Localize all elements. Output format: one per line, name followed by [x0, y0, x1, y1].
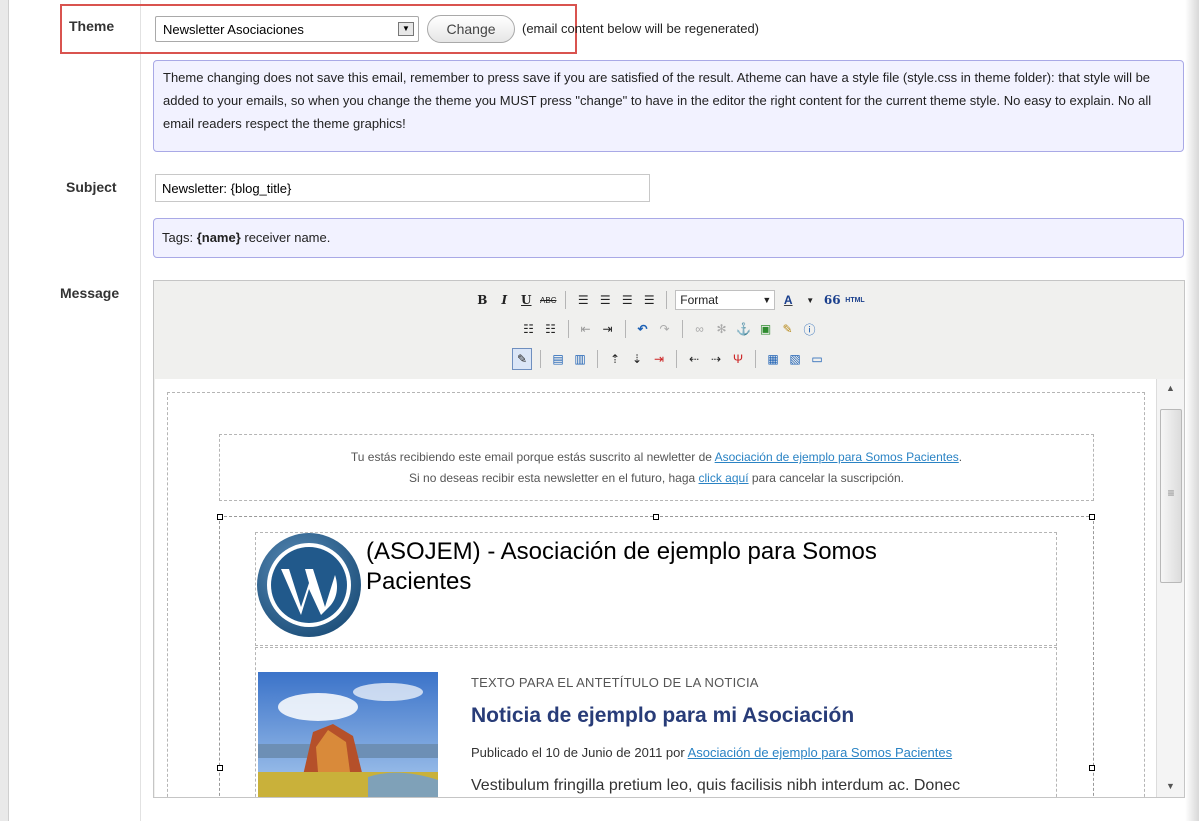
- bold-button[interactable]: B: [473, 290, 491, 310]
- email-header-title: (ASOJEM) - Asociación de ejemplo para So…: [366, 538, 877, 595]
- redo-icon[interactable]: ↷: [656, 319, 674, 339]
- delete-col-icon[interactable]: Ψ: [729, 349, 747, 369]
- theme-info-box: Theme changing does not save this email,…: [153, 60, 1184, 152]
- scrollbar-grip-icon: ≡: [1167, 486, 1175, 500]
- news-meta: Publicado el 10 de Junio de 2011 por Aso…: [471, 745, 952, 760]
- resize-handle[interactable]: [217, 765, 223, 771]
- window-frame-line: [8, 0, 9, 821]
- news-title: Noticia de ejemplo para mi Asociación: [471, 704, 855, 727]
- editor-toolbar-row-3: ✎ ▤ ▥ ⇡ ⇣ ⇥ ⇠ ⇢ Ψ ▦ ▧ ▭: [154, 347, 1184, 371]
- align-justify-icon[interactable]: ☰: [640, 290, 658, 310]
- message-label: Message: [60, 285, 120, 301]
- theme-select-value: Newsletter Asociaciones: [163, 22, 304, 37]
- unlink-icon[interactable]: ✻: [713, 319, 731, 339]
- format-select-value: Format: [680, 293, 719, 307]
- toolbar-separator: [567, 320, 569, 338]
- toolbar-separator: [624, 320, 626, 338]
- font-color-button[interactable]: A: [779, 290, 797, 310]
- undo-icon[interactable]: ↶: [634, 319, 652, 339]
- editor-content-area[interactable]: Tu estás recibiendo este email porque es…: [155, 379, 1156, 797]
- cleanup-icon[interactable]: ✎: [779, 319, 797, 339]
- toolbar-separator: [676, 350, 677, 368]
- toolbar-separator: [540, 350, 541, 368]
- news-body: Vestibulum fringilla pretium leo, quis f…: [471, 777, 961, 794]
- association-link[interactable]: Asociación de ejemplo para Somos Pacient…: [715, 450, 959, 464]
- format-select[interactable]: Format ▼: [675, 290, 776, 310]
- chevron-down-icon[interactable]: ▼: [398, 22, 414, 36]
- window-frame-left: [0, 0, 8, 821]
- chevron-down-icon[interactable]: ▼: [801, 290, 819, 310]
- help-icon[interactable]: ⓘ: [801, 319, 819, 339]
- italic-button[interactable]: I: [495, 290, 513, 310]
- email-pre-header: Tu estás recibiendo este email porque es…: [219, 434, 1094, 501]
- toolbar-separator: [681, 320, 683, 338]
- align-center-icon[interactable]: ☰: [596, 290, 614, 310]
- scroll-up-arrow-icon[interactable]: ▲: [1157, 383, 1184, 393]
- chevron-down-icon: ▼: [762, 295, 772, 305]
- news-meta-text: Publicado el 10 de Junio de 2011 por: [471, 745, 688, 760]
- toolbar-separator: [597, 350, 598, 368]
- window-frame-right: [1185, 0, 1199, 821]
- html-source-button[interactable]: HTML: [845, 290, 864, 310]
- resize-handle[interactable]: [1089, 765, 1095, 771]
- toolbar-separator: [755, 350, 756, 368]
- indent-icon[interactable]: ⇥: [599, 319, 617, 339]
- split-cells-icon[interactable]: ▧: [786, 349, 804, 369]
- toolbar-separator: [666, 291, 668, 309]
- insert-col-after-icon[interactable]: ⇢: [707, 349, 725, 369]
- align-left-icon[interactable]: ☰: [574, 290, 592, 310]
- pre-header-text-1: Tu estás recibiendo este email porque es…: [350, 450, 715, 464]
- news-thumbnail-image: [258, 672, 438, 797]
- visual-aid-icon[interactable]: ✎: [512, 348, 532, 370]
- tags-prefix: Tags:: [162, 230, 197, 245]
- bullet-list-icon[interactable]: ☷: [520, 319, 538, 339]
- toolbar-separator: [565, 291, 567, 309]
- resize-handle[interactable]: [1089, 514, 1095, 520]
- tags-info-box: Tags: {name} receiver name.: [153, 218, 1184, 258]
- regenerate-note: (email content below will be regenerated…: [522, 21, 760, 36]
- tags-suffix: receiver name.: [240, 230, 331, 245]
- underline-button[interactable]: U: [517, 290, 535, 310]
- tags-code: {name}: [196, 230, 241, 245]
- editor-toolbar-row-2: ☷ ☷ ⇤ ⇥ ↶ ↷ ∞ ✻ ⚓ ▣ ✎ ⓘ: [154, 317, 1184, 341]
- message-editor[interactable]: B I U ABC ☰ ☰ ☰ ☰ Format ▼ A ▼ 66 HTML ☷ …: [153, 280, 1185, 798]
- resize-handle[interactable]: [653, 514, 659, 520]
- scrollbar-thumb[interactable]: ≡: [1160, 409, 1182, 583]
- news-kicker: TEXTO PARA EL ANTETÍTULO DE LA NOTICIA: [471, 675, 759, 690]
- editor-toolbar-row-1: B I U ABC ☰ ☰ ☰ ☰ Format ▼ A ▼ 66 HTML: [154, 288, 1184, 312]
- cell-props-icon[interactable]: ▥: [571, 349, 589, 369]
- news-author-link[interactable]: Asociación de ejemplo para Somos Pacient…: [688, 745, 952, 760]
- editor-scrollbar[interactable]: ▲ ≡ ▼: [1156, 379, 1184, 797]
- blockquote-button[interactable]: 66: [823, 290, 841, 310]
- change-theme-button[interactable]: Change: [427, 15, 515, 43]
- pre-header-text-1-end: .: [958, 450, 963, 464]
- resize-handle[interactable]: [217, 514, 223, 520]
- numbered-list-icon[interactable]: ☷: [542, 319, 560, 339]
- theme-label: Theme: [69, 18, 115, 34]
- insert-row-after-icon[interactable]: ⇣: [628, 349, 646, 369]
- strikethrough-button[interactable]: ABC: [539, 290, 557, 310]
- insert-row-before-icon[interactable]: ⇡: [606, 349, 624, 369]
- scroll-down-arrow-icon[interactable]: ▼: [1157, 781, 1184, 791]
- anchor-icon[interactable]: ⚓: [735, 319, 753, 339]
- row-props-icon[interactable]: ▤: [549, 349, 567, 369]
- subject-input[interactable]: [155, 174, 650, 202]
- insert-col-before-icon[interactable]: ⇠: [685, 349, 703, 369]
- align-right-icon[interactable]: ☰: [618, 290, 636, 310]
- subject-label: Subject: [66, 179, 117, 195]
- pre-header-text-2: Si no deseas recibir esta newsletter en …: [409, 471, 699, 485]
- merge-cells-icon[interactable]: ▭: [808, 349, 826, 369]
- pre-header-text-2-end: para cancelar la suscripción.: [748, 471, 904, 485]
- wordpress-logo-icon: [257, 533, 361, 637]
- image-icon[interactable]: ▣: [757, 319, 775, 339]
- outdent-icon[interactable]: ⇤: [577, 319, 595, 339]
- delete-row-icon[interactable]: ⇥: [650, 349, 668, 369]
- table-icon[interactable]: ▦: [764, 349, 782, 369]
- theme-select[interactable]: Newsletter Asociaciones ▼: [155, 16, 419, 42]
- unsubscribe-link[interactable]: click aquí: [699, 471, 749, 485]
- theme-info-text: Theme changing does not save this email,…: [163, 70, 1152, 131]
- link-icon[interactable]: ∞: [691, 319, 709, 339]
- label-column-divider: [140, 0, 141, 821]
